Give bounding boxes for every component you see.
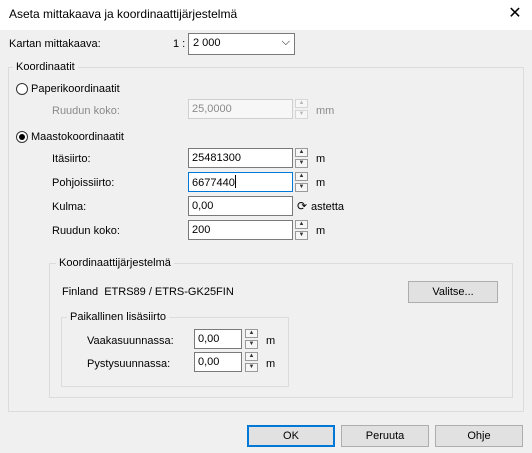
spin-up-icon[interactable]: ▲ — [295, 99, 308, 108]
text-caret — [234, 175, 236, 188]
window-title: Aseta mittakaava ja koordinaattijärjeste… — [9, 7, 238, 21]
spin-down-icon[interactable]: ▼ — [245, 363, 258, 372]
terrain-grid-size-spinner[interactable]: ▲ ▼ — [295, 220, 308, 240]
vertical-offset-field[interactable]: 0,00 — [194, 352, 242, 372]
scale-label: Kartan mittakaava: — [9, 38, 101, 50]
paper-grid-size-label: Ruudun koko: — [52, 105, 120, 117]
paper-grid-size-field[interactable]: 25,0000 — [188, 99, 293, 119]
paper-coordinates-radio[interactable] — [16, 83, 28, 95]
spin-up-icon[interactable]: ▲ — [245, 329, 258, 338]
close-icon[interactable]: ✕ — [500, 2, 530, 26]
spin-down-icon[interactable]: ▼ — [295, 110, 308, 119]
spin-up-icon[interactable]: ▲ — [295, 220, 308, 229]
spin-down-icon[interactable]: ▼ — [295, 231, 308, 240]
terrain-grid-size-field[interactable]: 200 — [188, 220, 293, 240]
terrain-grid-size-label: Ruudun koko: — [52, 225, 120, 237]
paper-grid-size-spinner[interactable]: ▲ ▼ — [295, 99, 308, 119]
horizontal-offset-label: Vaakasuunnassa: — [87, 335, 174, 347]
paper-grid-size-unit: mm — [316, 105, 335, 117]
rotate-icon[interactable]: ⟳ — [297, 199, 307, 213]
vertical-offset-unit: m — [266, 358, 276, 370]
north-offset-label: Pohjoissiirto: — [52, 177, 115, 189]
spin-up-icon[interactable]: ▲ — [245, 352, 258, 361]
north-offset-spinner[interactable]: ▲ ▼ — [295, 172, 308, 192]
angle-label: Kulma: — [52, 201, 87, 213]
scale-prefix: 1 : — [173, 38, 186, 50]
north-offset-value: 6677440 — [192, 177, 235, 189]
horizontal-offset-field[interactable]: 0,00 — [194, 329, 242, 349]
terrain-coordinates-label: Maastokoordinaatit — [31, 131, 124, 143]
spin-down-icon[interactable]: ▼ — [295, 183, 308, 192]
angle-field[interactable]: 0,00 — [188, 196, 293, 216]
help-button[interactable]: Ohje — [435, 425, 523, 447]
horizontal-offset-spinner[interactable]: ▲ ▼ — [245, 329, 258, 349]
terrain-coordinates-radio[interactable] — [16, 131, 28, 143]
local-offset-group-label: Paikallinen lisäsiirto — [67, 311, 169, 323]
crs-group-label: Koordinaattijärjestelmä — [56, 257, 174, 269]
vertical-offset-spinner[interactable]: ▲ ▼ — [245, 352, 258, 372]
terrain-grid-size-unit: m — [316, 225, 326, 237]
east-offset-label: Itäsiirto: — [52, 153, 91, 165]
vertical-offset-label: Pystysuunnassa: — [87, 358, 171, 370]
chevron-down-icon: ⌵ — [281, 36, 290, 48]
ok-button[interactable]: OK — [247, 425, 335, 447]
paper-coordinates-label: Paperikoordinaatit — [31, 83, 120, 95]
angle-unit: astetta — [311, 201, 345, 213]
spin-down-icon[interactable]: ▼ — [245, 340, 258, 349]
spin-up-icon[interactable]: ▲ — [295, 148, 308, 157]
select-crs-button[interactable]: Valitse... — [408, 281, 498, 303]
scale-dropdown[interactable]: 2 000 ⌵ — [188, 33, 295, 55]
crs-name: Finland ETRS89 / ETRS-GK25FIN — [62, 286, 234, 298]
east-offset-spinner[interactable]: ▲ ▼ — [295, 148, 308, 168]
east-offset-field[interactable]: 25481300 — [188, 148, 293, 168]
cancel-button[interactable]: Peruuta — [341, 425, 429, 447]
north-offset-unit: m — [316, 177, 326, 189]
horizontal-offset-unit: m — [266, 335, 276, 347]
east-offset-unit: m — [316, 153, 326, 165]
spin-down-icon[interactable]: ▼ — [295, 159, 308, 168]
coordinates-group-label: Koordinaatit — [13, 61, 78, 73]
spin-up-icon[interactable]: ▲ — [295, 172, 308, 181]
north-offset-field[interactable]: 6677440 — [188, 172, 293, 192]
scale-value: 2 000 — [193, 37, 221, 49]
